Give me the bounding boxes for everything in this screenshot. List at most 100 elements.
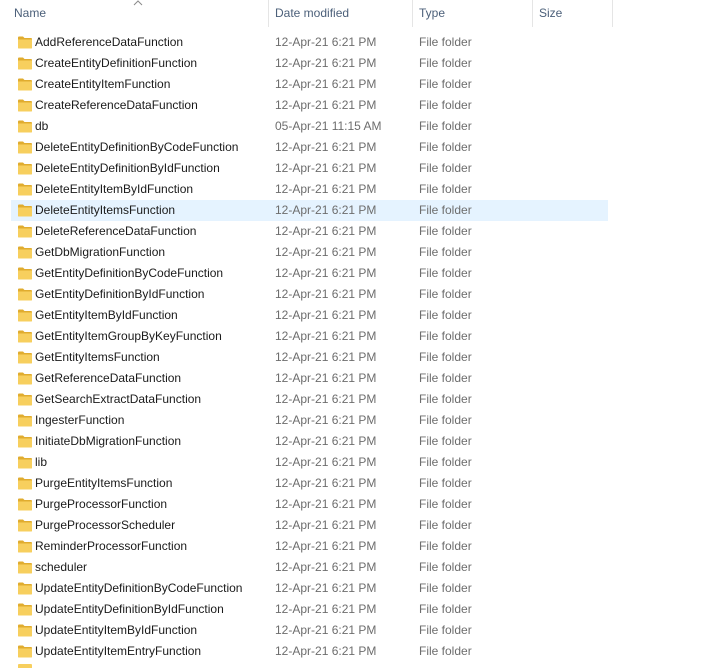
file-row[interactable]: scheduler 12-Apr-21 6:21 PM File folder (11, 557, 608, 578)
file-size (539, 347, 599, 368)
file-row[interactable]: DeleteReferenceDataFunction 12-Apr-21 6:2… (11, 221, 608, 242)
file-type: File folder (419, 413, 472, 427)
file-size (539, 368, 599, 389)
file-date-modified: 12-Apr-21 6:21 PM (275, 497, 377, 511)
file-row[interactable]: GetReferenceDataFunction 12-Apr-21 6:21 P… (11, 368, 608, 389)
folder-icon (18, 141, 32, 154)
sort-ascending-icon (133, 0, 143, 6)
file-date-modified: 12-Apr-21 6:21 PM (275, 308, 377, 322)
file-type: File folder (419, 644, 472, 658)
file-row[interactable]: GetEntityDefinitionByIdFunction 12-Apr-21… (11, 284, 608, 305)
folder-icon (18, 540, 32, 553)
file-size (539, 410, 599, 431)
file-row[interactable]: DeleteEntityDefinitionByCodeFunction 12-A… (11, 137, 608, 158)
file-row[interactable]: AddReferenceDataFunction 12-Apr-21 6:21 P… (11, 32, 608, 53)
file-name: DeleteReferenceDataFunction (35, 224, 197, 238)
file-date-modified: 12-Apr-21 6:21 PM (275, 455, 377, 469)
folder-icon (18, 561, 32, 574)
file-row[interactable]: PurgeEntityItemsFunction 12-Apr-21 6:21 P… (11, 473, 608, 494)
file-row[interactable]: GetDbMigrationFunction 12-Apr-21 6:21 PM F… (11, 242, 608, 263)
file-name: ReminderProcessorFunction (35, 539, 188, 553)
file-size (539, 200, 599, 221)
file-row[interactable]: CreateReferenceDataFunction 12-Apr-21 6:2… (11, 95, 608, 116)
folder-icon (18, 645, 32, 658)
file-type: File folder (419, 623, 472, 637)
file-row[interactable]: GetEntityDefinitionByCodeFunction 12-Apr-… (11, 263, 608, 284)
column-header-size[interactable]: Size (533, 0, 612, 27)
file-name: lib (35, 455, 48, 469)
file-name: GetSearchExtractDataFunction (35, 392, 202, 406)
file-size (539, 53, 599, 74)
file-name: GetEntityItemsFunction (35, 350, 160, 364)
file-name: PurgeProcessorFunction (35, 497, 168, 511)
folder-icon (18, 120, 32, 133)
folder-icon (18, 624, 32, 637)
file-row[interactable]: PurgeProcessorScheduler 12-Apr-21 6:21 PM… (11, 515, 608, 536)
folder-icon (18, 330, 32, 343)
file-date-modified: 12-Apr-21 6:21 PM (275, 203, 377, 217)
file-type: File folder (419, 161, 472, 175)
column-divider-size[interactable] (612, 0, 613, 27)
file-date-modified: 12-Apr-21 6:21 PM (275, 182, 377, 196)
file-row[interactable]: lib 12-Apr-21 6:21 PM File folder (11, 452, 608, 473)
file-row[interactable]: db 05-Apr-21 11:15 AM File folder (11, 116, 608, 137)
folder-icon (18, 78, 32, 91)
file-row[interactable]: CreateEntityDefinitionFunction 12-Apr-21 … (11, 53, 608, 74)
file-date-modified: 05-Apr-21 11:15 AM (275, 119, 382, 133)
file-date-modified: 12-Apr-21 6:21 PM (275, 266, 377, 280)
folder-icon (18, 246, 32, 259)
file-row[interactable]: InitiateDbMigrationFunction 12-Apr-21 6:2… (11, 431, 608, 452)
folder-icon (18, 183, 32, 196)
file-date-modified: 12-Apr-21 6:21 PM (275, 392, 377, 406)
file-name: PurgeEntityItemsFunction (35, 476, 173, 490)
folder-icon (18, 393, 32, 406)
file-type: File folder (419, 455, 472, 469)
file-size (539, 221, 599, 242)
file-row[interactable]: GetEntityItemByIdFunction 12-Apr-21 6:21 … (11, 305, 608, 326)
file-name: CreateEntityDefinitionFunction (35, 56, 198, 70)
file-date-modified: 12-Apr-21 6:21 PM (275, 140, 377, 154)
file-row[interactable]: ReminderProcessorFunction 12-Apr-21 6:21 … (11, 536, 608, 557)
file-type: File folder (419, 539, 472, 553)
file-row[interactable]: PurgeProcessorFunction 12-Apr-21 6:21 PM F… (11, 494, 608, 515)
file-name: CreateEntityItemFunction (35, 77, 171, 91)
file-row[interactable]: UpdateEntityDefinitionByCodeFunction 12-A… (11, 578, 608, 599)
file-size (539, 179, 599, 200)
file-size (539, 32, 599, 53)
folder-icon (18, 603, 32, 616)
file-name: AddReferenceDataFunction (35, 35, 184, 49)
file-type: File folder (419, 560, 472, 574)
file-row[interactable]: GetSearchExtractDataFunction 12-Apr-21 6:… (11, 389, 608, 410)
file-type: File folder (419, 497, 472, 511)
file-row[interactable]: UpdateEntityItemEntryFunction 12-Apr-21 6… (11, 641, 608, 662)
file-size (539, 578, 599, 599)
file-name: DeleteEntityItemByIdFunction (35, 182, 194, 196)
file-date-modified: 12-Apr-21 6:21 PM (275, 644, 377, 658)
file-row[interactable]: DeleteEntityDefinitionByIdFunction 12-Apr… (11, 158, 608, 179)
file-date-modified: 12-Apr-21 6:21 PM (275, 35, 377, 49)
file-name: IngesterFunction (35, 413, 125, 427)
file-size (539, 263, 599, 284)
file-row[interactable]: DeleteEntityItemByIdFunction 12-Apr-21 6:… (11, 179, 608, 200)
folder-icon (18, 288, 32, 301)
file-date-modified: 12-Apr-21 6:21 PM (275, 350, 377, 364)
column-header-date-modified[interactable]: Date modified (269, 0, 412, 27)
file-type: File folder (419, 119, 472, 133)
file-name: GetEntityItemGroupByKeyFunction (35, 329, 222, 343)
folder-icon (18, 414, 32, 427)
file-row[interactable]: GetEntityItemsFunction 12-Apr-21 6:21 PM F… (11, 347, 608, 368)
file-row[interactable]: IngesterFunction 12-Apr-21 6:21 PM File fo… (11, 410, 608, 431)
folder-icon (18, 351, 32, 364)
file-row[interactable]: CreateEntityItemFunction 12-Apr-21 6:21 P… (11, 74, 608, 95)
file-date-modified: 12-Apr-21 6:21 PM (275, 560, 377, 574)
folder-icon (18, 204, 32, 217)
folder-icon (18, 477, 32, 490)
file-name: GetDbMigrationFunction (35, 245, 166, 259)
file-row[interactable]: GetEntityItemGroupByKeyFunction 12-Apr-21… (11, 326, 608, 347)
file-row[interactable]: UpdateEntityDefinitionByIdFunction 12-Apr… (11, 599, 608, 620)
column-header-type[interactable]: Type (413, 0, 532, 27)
file-date-modified: 12-Apr-21 6:21 PM (275, 581, 377, 595)
file-row[interactable]: UpdateEntityItemByIdFunction 12-Apr-21 6:… (11, 620, 608, 641)
file-row[interactable]: DeleteEntityItemsFunction 12-Apr-21 6:21 … (11, 200, 608, 221)
file-name: GetEntityDefinitionByCodeFunction (35, 266, 224, 280)
